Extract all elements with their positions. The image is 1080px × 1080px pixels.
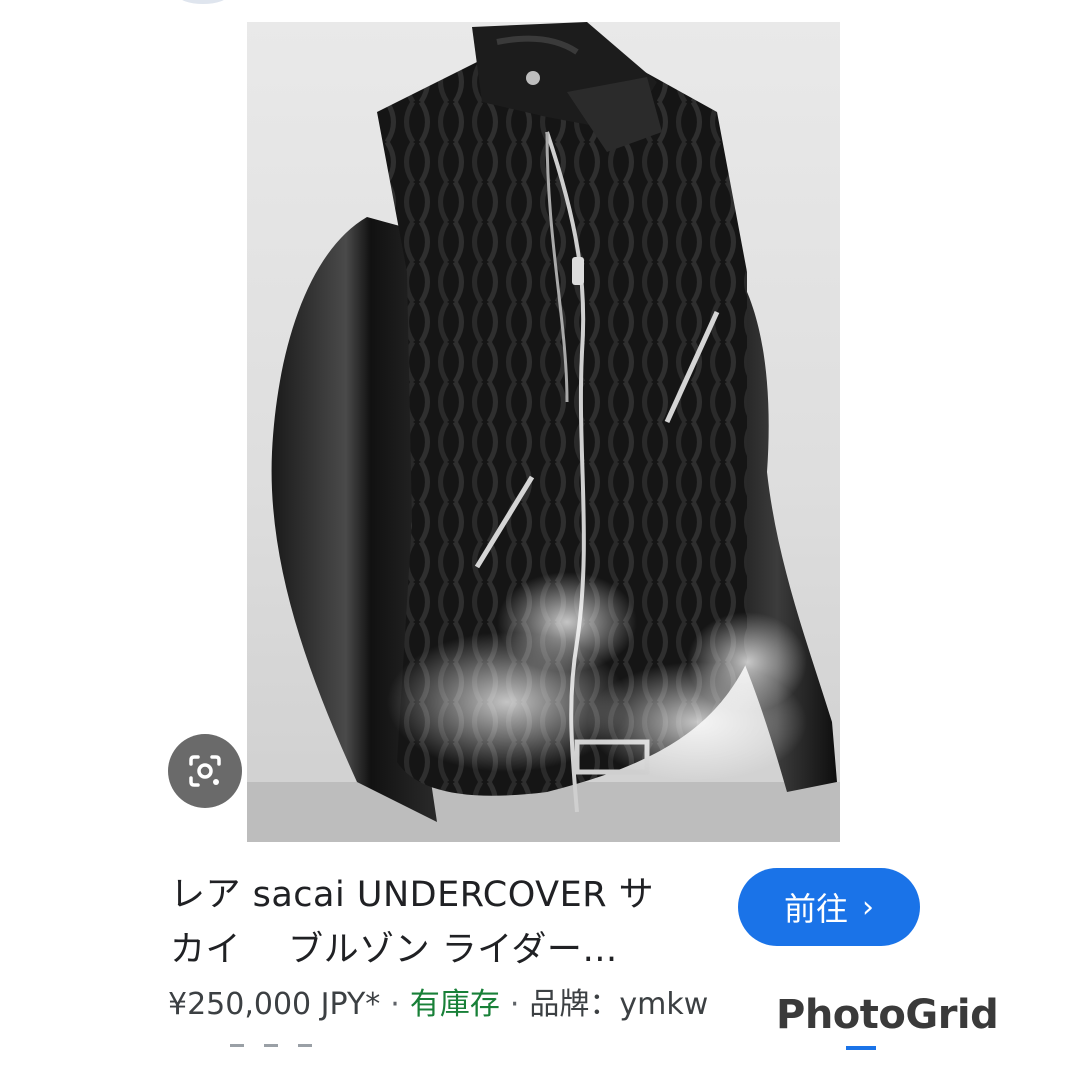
chevron-right-icon: ›	[862, 889, 874, 925]
result-meta: ¥250,000 JPY* · 有庫存 · 品牌：ymkw	[168, 980, 708, 1030]
meta-separator: ·	[509, 987, 520, 1022]
product-image[interactable]	[247, 22, 840, 842]
cut-off-next-button	[846, 1046, 876, 1050]
go-button[interactable]: 前往 ›	[738, 868, 920, 946]
google-lens-icon	[189, 755, 221, 787]
result-title[interactable]: レア sacai UNDERCOVER サ カイ ブルゾン ライダー…	[170, 868, 730, 978]
google-lens-button[interactable]	[168, 734, 242, 808]
top-partial-element	[178, 0, 228, 4]
photogrid-watermark: PhotoGrid	[776, 992, 999, 1038]
go-button-label: 前往	[783, 890, 848, 928]
result-title-line-2: カイ ブルゾン ライダー…	[170, 930, 618, 970]
result-title-line-1: レア sacai UNDERCOVER サ	[170, 875, 655, 915]
brand-label: 品牌：ymkw	[529, 987, 709, 1022]
meta-separator: ·	[390, 987, 400, 1022]
price: ¥250,000 JPY*	[168, 987, 381, 1022]
jacket-photo	[247, 22, 840, 842]
stock-status: 有庫存	[409, 987, 500, 1022]
cut-off-next-row	[230, 1042, 350, 1058]
